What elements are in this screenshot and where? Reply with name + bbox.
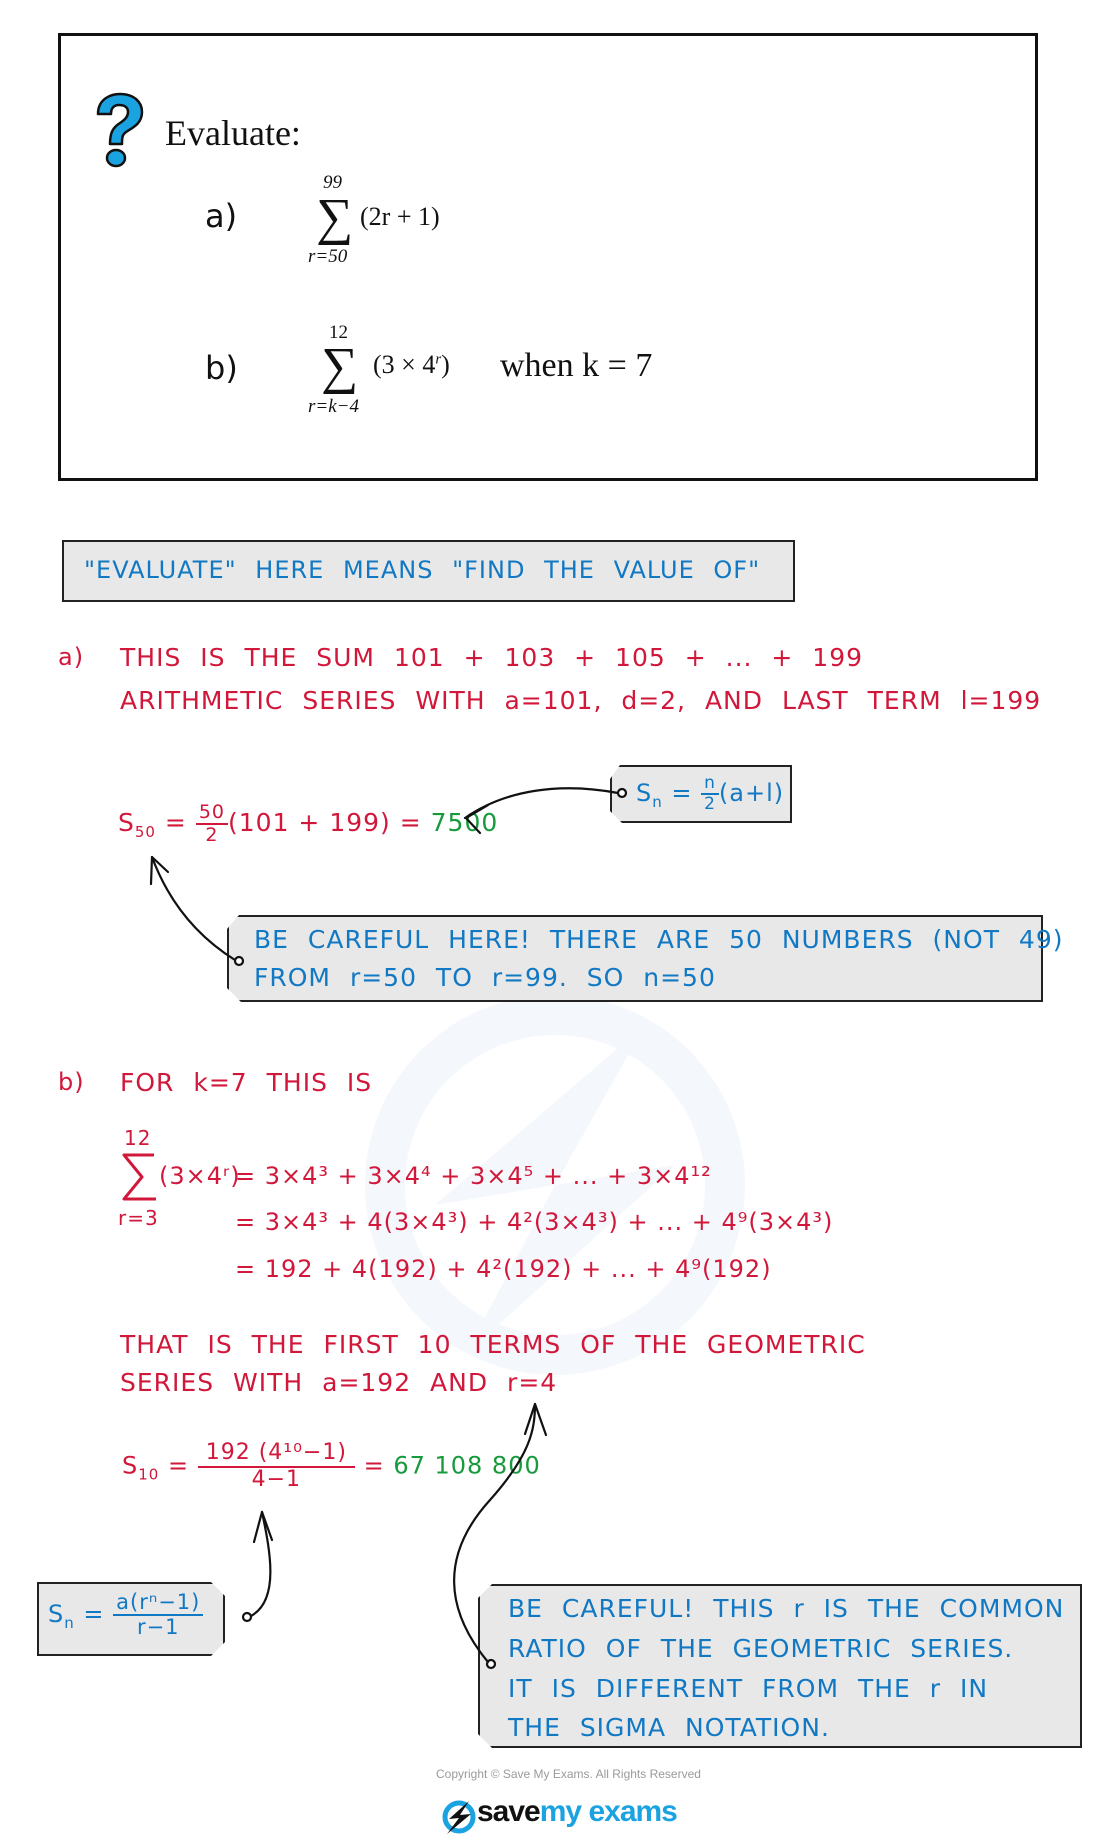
- equals-sign: =: [164, 808, 187, 837]
- geometric-line-1: THAT IS THE FIRST 10 TERMS OF THE GEOMET…: [120, 1330, 866, 1359]
- warning-b-line-4: THE SIGMA NOTATION.: [508, 1713, 830, 1742]
- logo-save: save: [477, 1795, 541, 1828]
- formula-lhs: S: [48, 1600, 65, 1628]
- lightning-bolt-icon: [442, 1800, 476, 1834]
- part-b-lower-limit: r=k−4: [308, 396, 359, 417]
- equals-sign: =: [671, 779, 693, 807]
- definition-note: "EVALUATE" HERE MEANS "FIND THE VALUE OF…: [62, 540, 795, 602]
- fraction-denominator: 4−1: [251, 1467, 302, 1492]
- sigma-upper-limit: 12: [124, 1126, 152, 1150]
- formula-rest: (101 + 199) =: [228, 808, 422, 837]
- question-prompt: Evaluate:: [165, 113, 301, 153]
- arithmetic-sum-formula: Sn = n 2 (a+l): [636, 775, 784, 813]
- fraction-numerator: 50: [195, 803, 229, 825]
- expression-close: ): [441, 350, 450, 379]
- logo-myexams: my exams: [539, 1795, 678, 1828]
- sum-symbol: S: [122, 1451, 139, 1480]
- fraction-denominator: 2: [205, 824, 219, 846]
- formula-rest: (a+l): [718, 779, 785, 807]
- fraction-denominator: 2: [704, 794, 716, 814]
- fraction: 50 2: [195, 803, 229, 846]
- sum-symbol: S: [118, 808, 135, 837]
- part-b-label: b): [205, 349, 238, 387]
- warning-a-line-1: BE CAREFUL HERE! THERE ARE 50 NUMBERS (N…: [254, 925, 1064, 954]
- part-b-condition: when k = 7: [500, 347, 653, 384]
- equals-sign: =: [83, 1600, 105, 1628]
- solution-b-line-1: FOR k=7 THIS IS: [120, 1068, 373, 1097]
- fraction-numerator: a(rⁿ−1): [113, 1592, 204, 1616]
- solution-a-line-1: THIS IS THE SUM 101 + 103 + 105 + ... + …: [120, 643, 864, 672]
- expression-base: (3 × 4: [373, 350, 436, 379]
- formula-subscript: n: [64, 1613, 75, 1632]
- part-a-expression: (2r + 1): [360, 202, 440, 231]
- warning-b-line-1: BE CAREFUL! THIS r IS THE COMMON: [508, 1594, 1065, 1623]
- sum-subscript: 50: [134, 823, 156, 841]
- solution-a-label: a): [58, 643, 85, 671]
- part-a-label: a): [205, 197, 238, 235]
- arrow-to-s10-fraction: [241, 1510, 274, 1623]
- warning-b-line-3: IT IS DIFFERENT FROM THE r IN: [508, 1674, 989, 1703]
- fraction-numerator: n: [701, 775, 719, 795]
- part-b-sigma: ∑: [321, 338, 359, 395]
- solution-a-line-2: ARITHMETIC SERIES WITH a=101, d=2, AND L…: [120, 686, 1042, 715]
- definition-note-text: "EVALUATE" HERE MEANS "FIND THE VALUE OF…: [84, 556, 761, 584]
- equals-sign: =: [363, 1451, 385, 1480]
- part-a-sigma: ∑: [316, 189, 354, 246]
- fraction: 192 (4¹⁰−1) 4−1: [197, 1442, 355, 1492]
- question-box: [58, 33, 1038, 481]
- expansion-line-1: = 3×4³ + 3×4⁴ + 3×4⁵ + ... + 3×4¹²: [235, 1162, 712, 1190]
- solution-b-label: b): [58, 1068, 85, 1096]
- expansion-line-2: = 3×4³ + 4(3×4³) + 4²(3×4³) + ... + 4⁹(3…: [235, 1208, 834, 1236]
- warning-b-line-2: RATIO OF THE GEOMETRIC SERIES.: [508, 1634, 1014, 1663]
- copyright-text: Copyright © Save My Exams. All Rights Re…: [436, 1767, 701, 1781]
- formula-lhs: S: [636, 779, 653, 807]
- part-b-expression: (3 × 4r): [373, 350, 450, 380]
- answer-a: 7500: [430, 808, 499, 837]
- geometric-sum-formula: Sn = a(rⁿ−1) r−1: [48, 1592, 204, 1639]
- sigma-lower-limit: r=3: [118, 1206, 159, 1230]
- fraction: n2: [701, 775, 719, 813]
- fraction-denominator: r−1: [136, 1615, 180, 1639]
- sigma-icon: [122, 1153, 156, 1201]
- geometric-line-2: SERIES WITH a=192 AND r=4: [120, 1368, 558, 1397]
- question-mark-icon: [96, 92, 144, 168]
- expansion-line-3: = 192 + 4(192) + 4²(192) + ... + 4⁹(192): [235, 1255, 772, 1283]
- sum-subscript: 10: [138, 1465, 160, 1484]
- fraction-numerator: 192 (4¹⁰−1): [197, 1442, 355, 1468]
- solution-a-formula: S50 = 50 2 (101 + 199) = 7500: [118, 803, 498, 845]
- formula-subscript: n: [652, 792, 663, 811]
- sigma-expression: (3×4ʳ): [159, 1162, 241, 1190]
- solution-b-formula: S10 = 192 (4¹⁰−1) 4−1 = 67 108 800: [122, 1442, 541, 1491]
- fraction: a(rⁿ−1) r−1: [113, 1592, 204, 1639]
- answer-b: 67 108 800: [393, 1451, 541, 1480]
- warning-a-line-2: FROM r=50 TO r=99. SO n=50: [254, 963, 716, 992]
- part-a-lower-limit: r=50: [308, 246, 348, 267]
- equals-sign: =: [167, 1451, 190, 1480]
- brand-logo: savemy exams: [441, 1795, 678, 1834]
